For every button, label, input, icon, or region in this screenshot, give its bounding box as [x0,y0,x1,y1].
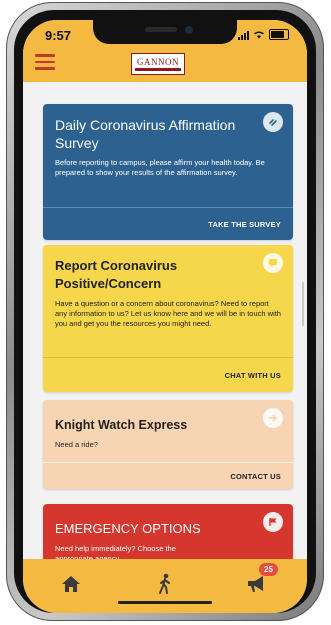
flag-icon [263,512,283,532]
walking-person-icon [159,573,170,594]
take-survey-button[interactable]: TAKE THE SURVEY [43,207,293,240]
card-title: Report Coronavirus Positive/Concern [55,258,178,291]
wifi-icon [253,31,265,39]
knight-watch-card[interactable]: Knight Watch Express Need a ride? CONTAC… [43,400,293,489]
home-indicator [118,601,212,604]
affirmation-survey-card[interactable]: Daily Coronavirus Affirmation Survey Bef… [43,104,293,240]
card-title: EMERGENCY OPTIONS [55,521,201,536]
camera [185,26,193,34]
speaker [145,27,177,32]
emergency-options-card[interactable]: EMERGENCY OPTIONS Need help immediately?… [43,504,293,559]
chat-icon [263,253,283,273]
status-time: 9:57 [45,28,72,43]
bottom-tab-bar: 25 [23,559,307,613]
home-tab[interactable] [56,569,86,599]
scrollbar[interactable] [302,282,304,326]
signal-icon [238,30,249,40]
university-logo: GANNON [131,53,185,75]
card-description: Have a question or a concern about coron… [55,299,281,328]
contact-us-button[interactable]: CONTACT US [43,462,293,489]
arrow-icon [263,408,283,428]
card-list[interactable]: Daily Coronavirus Affirmation Survey Bef… [23,82,307,559]
link-icon [263,112,283,132]
notch [93,20,237,44]
top-bar: 9:57 GANNON [23,20,307,82]
status-icons [238,29,289,40]
card-description: Before reporting to campus, please affir… [55,158,265,177]
report-concern-card[interactable]: Report Coronavirus Positive/Concern Have… [43,245,293,392]
card-title: Knight Watch Express [55,418,188,432]
app-screen: 9:57 GANNON Daily Coronavirus Affirmatio… [23,20,307,613]
card-description: Need a ride? [55,440,98,449]
announcements-tab[interactable]: 25 [242,563,278,599]
notification-badge: 25 [259,563,278,576]
megaphone-icon [248,576,263,592]
card-description: Need help immediately? Choose the approp… [55,544,176,559]
hamburger-menu-icon[interactable] [35,54,55,70]
chat-with-us-button[interactable]: CHAT WITH US [43,357,293,392]
card-title: Daily Coronavirus Affirmation Survey [55,117,236,151]
battery-icon [269,29,289,40]
home-icon [62,576,80,592]
walk-tab[interactable] [150,569,180,599]
